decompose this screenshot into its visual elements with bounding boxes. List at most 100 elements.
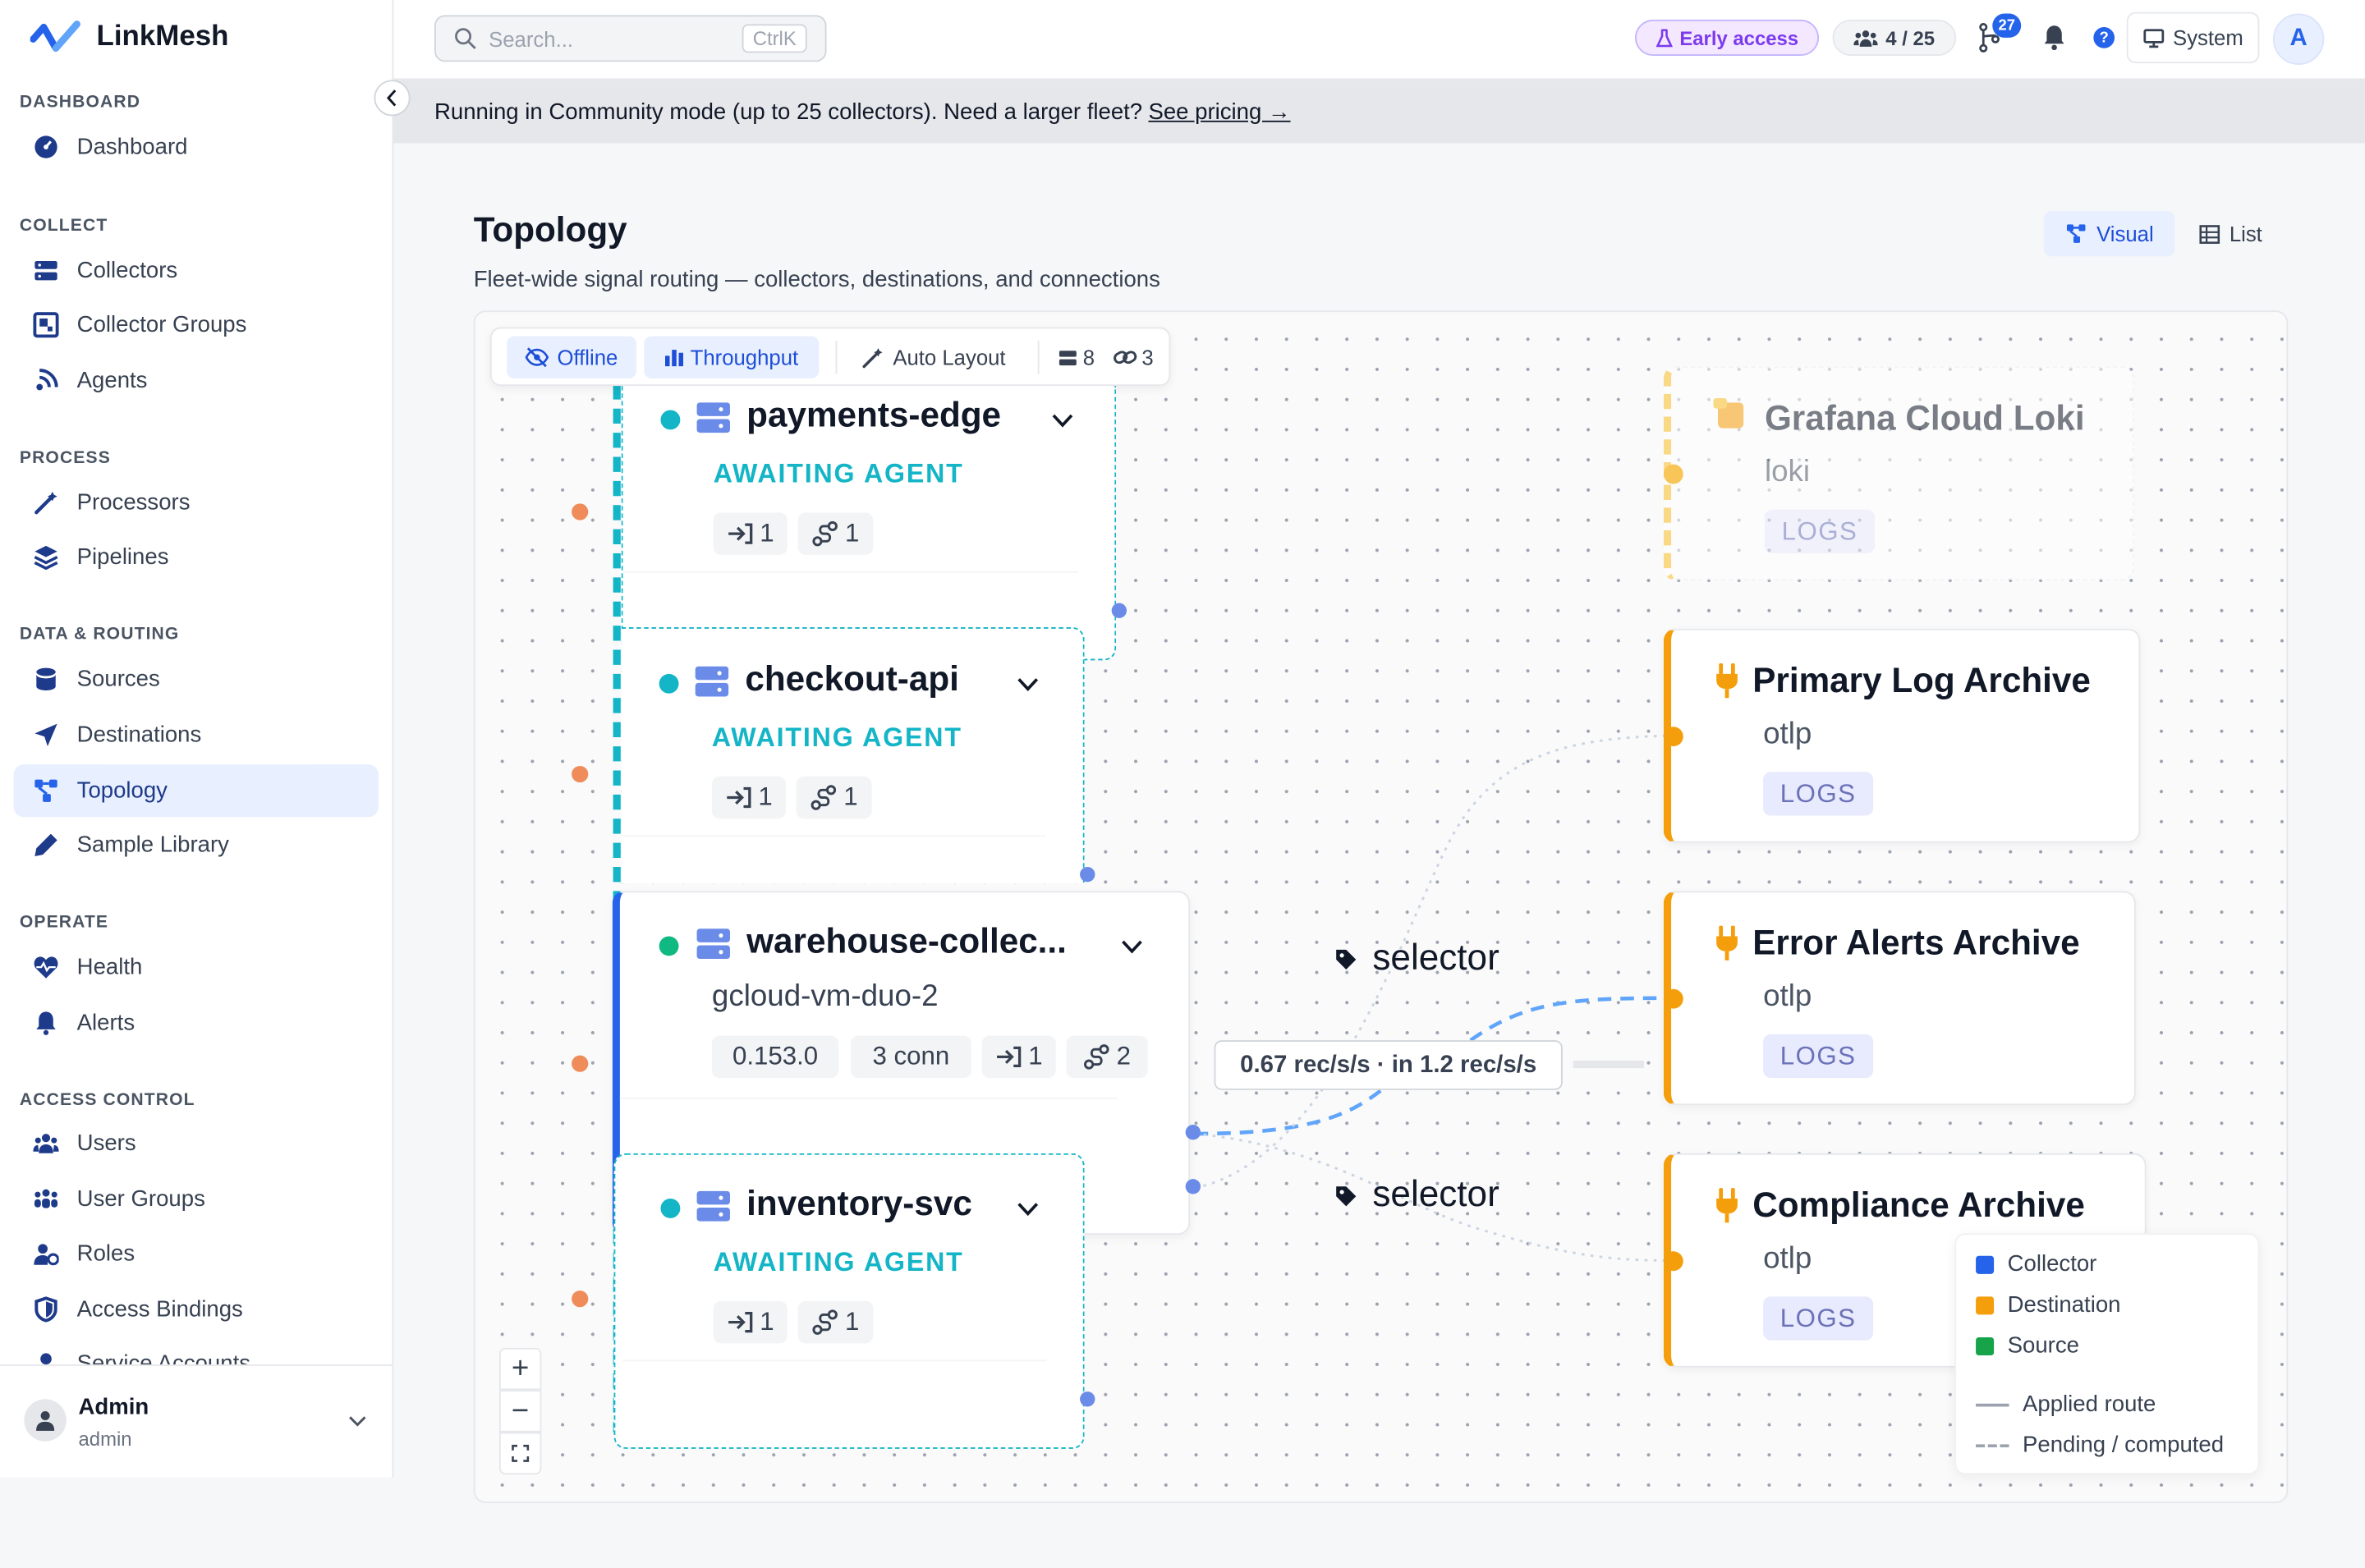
plug-icon xyxy=(1716,925,1738,961)
link-count: 3 xyxy=(1113,337,1154,378)
zoom-out-button[interactable]: − xyxy=(498,1390,542,1433)
inputs-chip: 1 xyxy=(981,1035,1056,1079)
collector-name: payments-edge xyxy=(746,395,1002,434)
output-handle[interactable] xyxy=(1185,1125,1201,1140)
offline-toggle[interactable]: Offline xyxy=(507,336,637,378)
zoom-in-button[interactable]: + xyxy=(498,1347,542,1391)
legend-swatch-collector xyxy=(1976,1254,1995,1273)
collector-name: warehouse-collec... xyxy=(746,921,1067,961)
route-icon xyxy=(812,520,838,547)
chevron-down-icon[interactable] xyxy=(1017,677,1040,692)
source-handle[interactable] xyxy=(572,1055,589,1072)
status-dot xyxy=(659,673,679,694)
output-handle[interactable] xyxy=(1080,1391,1095,1407)
server-icon xyxy=(696,402,730,433)
destination-type: otlp xyxy=(1763,718,1812,751)
inputs-count: 1 xyxy=(758,782,773,812)
routes-count: 1 xyxy=(845,1307,860,1336)
divider xyxy=(621,835,1045,837)
bar-chart-icon xyxy=(664,350,683,367)
legend-applied: Applied route xyxy=(1976,1391,2156,1417)
expand-icon xyxy=(512,1444,530,1462)
legend-label: Pending / computed xyxy=(2023,1432,2225,1458)
toolbar-divider xyxy=(835,341,838,374)
output-handle[interactable] xyxy=(1185,1179,1201,1194)
chevron-left-icon xyxy=(386,89,397,107)
divider xyxy=(619,1097,1118,1099)
edge-warehouse-error-alerts-a xyxy=(1194,1084,1389,1136)
input-handle[interactable] xyxy=(1663,727,1683,747)
canvas-toolbar: Offline Throughput Auto Layout 8 3 xyxy=(489,327,1171,387)
source-handle[interactable] xyxy=(572,1291,589,1308)
collector-status: AWAITING AGENT xyxy=(713,1246,964,1277)
plug-icon xyxy=(1716,1188,1738,1223)
input-handle[interactable] xyxy=(1663,1251,1683,1272)
offline-label: Offline xyxy=(557,345,618,369)
toolbar-divider xyxy=(1037,341,1040,374)
node-count-value: 8 xyxy=(1082,345,1095,369)
legend-line-solid xyxy=(1976,1402,2009,1406)
collector-node-inventory-svc[interactable]: inventory-svc AWAITING AGENT 1 1 xyxy=(613,1153,1085,1449)
destination-node-primary-log-archive[interactable]: Primary Log Archive otlp LOGS xyxy=(1663,628,2141,843)
legend-label: Destination xyxy=(2007,1291,2121,1318)
collector-status: AWAITING AGENT xyxy=(711,722,962,753)
auto-layout-button[interactable]: Auto Layout xyxy=(861,337,1006,378)
throughput-edge-label[interactable]: 0.67 rec/s/s · in 1.2 rec/s/s xyxy=(1214,1040,1563,1090)
server-icon xyxy=(696,928,730,960)
fit-view-button[interactable] xyxy=(498,1432,542,1475)
routes-chip: 2 xyxy=(1066,1035,1148,1079)
throughput-label: Throughput xyxy=(690,345,799,369)
legend-label: Source xyxy=(2007,1332,2079,1359)
edge-selector-label[interactable]: selector xyxy=(1334,1175,1499,1217)
routes-count: 1 xyxy=(843,782,858,812)
server-icon xyxy=(696,1190,730,1222)
collector-host: gcloud-vm-duo-2 xyxy=(711,979,939,1014)
input-handle[interactable] xyxy=(1663,988,1683,1009)
chevron-down-icon[interactable] xyxy=(1051,413,1074,428)
route-icon xyxy=(812,1309,838,1335)
scroll-icon xyxy=(1713,397,1744,429)
source-handle[interactable] xyxy=(572,503,589,520)
status-dot xyxy=(659,936,679,956)
selector-text: selector xyxy=(1372,938,1499,979)
collector-status: AWAITING AGENT xyxy=(713,458,964,489)
chevron-down-icon[interactable] xyxy=(1121,939,1144,954)
server-icon xyxy=(695,666,729,697)
destination-name: Compliance Archive xyxy=(1752,1185,2085,1225)
status-dot xyxy=(660,1199,681,1218)
collector-name: checkout-api xyxy=(745,658,959,699)
collector-node-checkout-api[interactable]: checkout-api AWAITING AGENT 1 1 xyxy=(621,626,1085,884)
legend-swatch-source xyxy=(1976,1336,1995,1355)
destination-node-grafana-loki[interactable]: Grafana Cloud Loki loki LOGS xyxy=(1663,366,2134,581)
input-handle[interactable] xyxy=(1663,464,1683,484)
sign-in-icon xyxy=(996,1046,1021,1068)
routes-chip: 1 xyxy=(797,512,874,555)
edge-selector-label[interactable]: selector xyxy=(1334,938,1499,979)
signal-badge: LOGS xyxy=(1763,1034,1874,1079)
legend-swatch-destination xyxy=(1976,1295,1995,1314)
chevron-down-icon[interactable] xyxy=(1017,1202,1040,1217)
edge-warehouse-error-alerts-b xyxy=(1469,996,1665,1043)
inputs-chip: 1 xyxy=(713,512,788,555)
tag-icon xyxy=(1336,948,1357,970)
collapse-sidebar-button[interactable] xyxy=(374,80,411,117)
routes-chip: 1 xyxy=(797,1300,874,1344)
source-handle[interactable] xyxy=(572,765,589,783)
destination-type: otlp xyxy=(1763,979,1812,1014)
legend: Collector Destination Source Applied rou… xyxy=(1954,1233,2260,1475)
legend-destination: Destination xyxy=(1976,1292,2120,1318)
legend-label: Collector xyxy=(2007,1251,2097,1277)
collector-node-payments-edge[interactable]: payments-edge AWAITING AGENT 1 1 xyxy=(621,386,1117,661)
sign-in-icon xyxy=(728,523,752,544)
server-icon xyxy=(1059,350,1077,365)
output-handle[interactable] xyxy=(1111,603,1127,618)
destination-node-error-alerts-archive[interactable]: Error Alerts Archive otlp LOGS xyxy=(1663,891,2136,1106)
divider xyxy=(622,571,1079,573)
throughput-toggle[interactable]: Throughput xyxy=(644,336,820,378)
collector-name: inventory-svc xyxy=(746,1183,972,1223)
inputs-count: 1 xyxy=(1028,1042,1043,1071)
output-handle[interactable] xyxy=(1080,866,1095,883)
destination-type: loki xyxy=(1764,455,1811,489)
destination-type: otlp xyxy=(1763,1242,1812,1276)
legend-collector: Collector xyxy=(1976,1251,2096,1277)
